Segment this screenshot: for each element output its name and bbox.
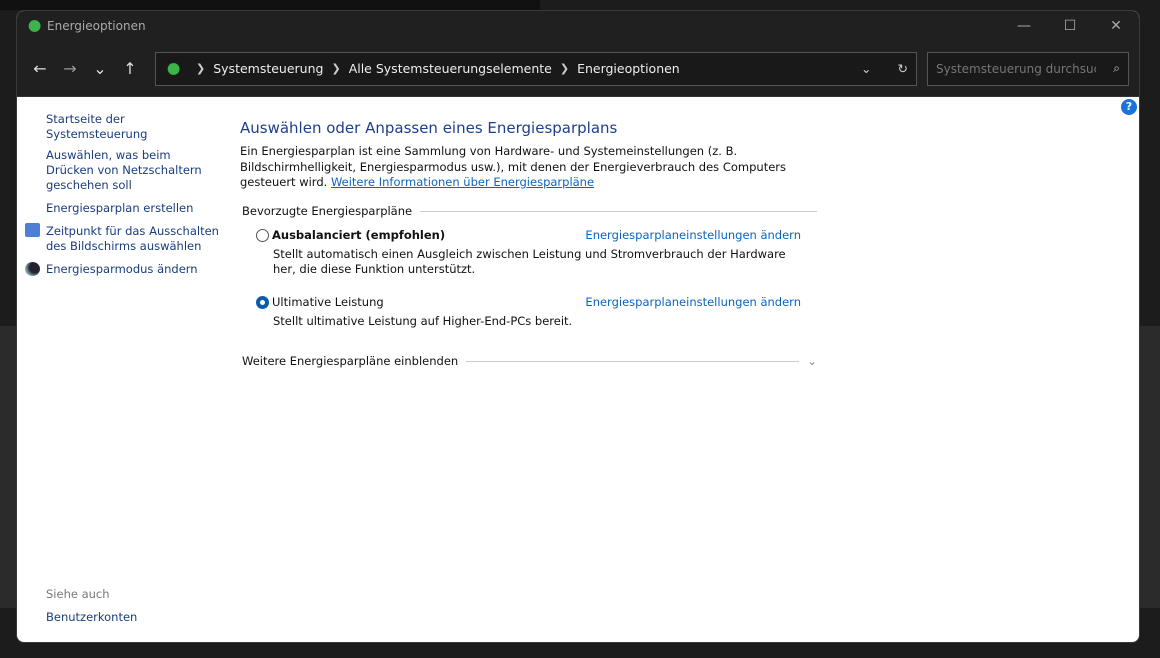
refresh-button[interactable]: ↻	[898, 61, 908, 76]
up-button[interactable]: ↑	[115, 59, 145, 78]
chevron-down-icon[interactable]: ⌄	[807, 354, 817, 368]
chevron-right-icon: ❯	[196, 62, 206, 75]
search-box[interactable]: ⌕	[927, 51, 1129, 86]
control-panel-icon	[164, 60, 180, 77]
plan-settings-link[interactable]: Energiesparplaneinstellungen ändern	[585, 295, 801, 309]
title-bar: Energieoptionen — ☐ ✕	[17, 11, 1139, 41]
address-dropdown-button[interactable]: ⌄	[861, 61, 871, 76]
plan-description: Stellt ultimative Leistung auf Higher-En…	[273, 314, 573, 328]
search-input[interactable]	[936, 61, 1096, 76]
sidebar-link-power-buttons[interactable]: Auswählen, was beim Drücken von Netzscha…	[46, 148, 221, 193]
plan-radio[interactable]	[256, 228, 269, 242]
more-plans-toggle[interactable]: Weitere Energiesparpläne einblenden ⌄	[242, 354, 817, 368]
moon-icon	[25, 262, 40, 276]
sidebar: Startseite der Systemsteuerung Auswählen…	[17, 97, 227, 642]
content-area: Startseite der Systemsteuerung Auswählen…	[17, 97, 1139, 642]
breadcrumb-item[interactable]: Systemsteuerung	[213, 61, 323, 76]
address-bar[interactable]: ❯ Systemsteuerung ❯ Alle Systemsteuerung…	[155, 51, 917, 86]
sidebar-link-home[interactable]: Startseite der Systemsteuerung	[46, 112, 221, 142]
sidebar-link-create-plan[interactable]: Energiesparplan erstellen	[46, 201, 221, 216]
chevron-right-icon: ❯	[559, 62, 570, 75]
plan-description: Stellt automatisch einen Ausgleich zwisc…	[273, 247, 786, 276]
plan-ultimate: Ultimative Leistung Energiesparplaneinste…	[256, 295, 801, 329]
plan-radio-selected[interactable]	[256, 295, 269, 309]
help-icon[interactable]: ?	[1121, 99, 1137, 115]
energy-options-window: Energieoptionen — ☐ ✕ ← → ⌄ ↑ ❯ Systemst…	[16, 10, 1140, 643]
power-options-icon	[25, 18, 41, 34]
back-button[interactable]: ←	[25, 59, 55, 78]
plan-name[interactable]: Ultimative Leistung	[272, 295, 384, 309]
sidebar-link-display-off[interactable]: Zeitpunkt für das Ausschalten des Bildsc…	[46, 224, 221, 254]
forward-button[interactable]: →	[55, 59, 85, 78]
maximize-button[interactable]: ☐	[1047, 18, 1093, 34]
page-title: Auswählen oder Anpassen eines Energiespa…	[240, 119, 618, 137]
sidebar-link-user-accounts[interactable]: Benutzerkonten	[46, 610, 221, 625]
more-info-link[interactable]: Weitere Informationen über Energiesparpl…	[331, 175, 594, 189]
search-icon[interactable]: ⌕	[1113, 61, 1120, 76]
plan-balanced: Ausbalanciert (empfohlen) Energiesparplan…	[256, 228, 801, 277]
more-plans-label[interactable]: Weitere Energiesparpläne einblenden	[242, 354, 458, 368]
description: Ein Energiesparplan ist eine Sammlung vo…	[240, 144, 820, 191]
breadcrumb-item[interactable]: Energieoptionen	[577, 61, 680, 76]
see-also-label: Siehe auch	[46, 587, 110, 601]
recent-locations-button[interactable]: ⌄	[85, 59, 115, 78]
clock-monitor-icon	[25, 223, 40, 237]
minimize-button[interactable]: —	[1001, 18, 1047, 34]
plan-settings-link[interactable]: Energiesparplaneinstellungen ändern	[585, 228, 801, 242]
preferred-plans-header: Bevorzugte Energiesparpläne	[242, 204, 817, 218]
plan-name[interactable]: Ausbalanciert (empfohlen)	[272, 228, 445, 242]
navigation-bar: ← → ⌄ ↑ ❯ Systemsteuerung ❯ Alle Systems…	[17, 41, 1139, 97]
sidebar-link-sleep[interactable]: Energiesparmodus ändern	[46, 262, 221, 277]
background-window	[0, 0, 540, 10]
breadcrumb-item[interactable]: Alle Systemsteuerungselemente	[349, 61, 552, 76]
chevron-right-icon: ❯	[331, 62, 341, 75]
group-label: Bevorzugte Energiesparpläne	[242, 204, 413, 218]
close-button[interactable]: ✕	[1093, 18, 1139, 34]
window-title: Energieoptionen	[47, 19, 146, 33]
